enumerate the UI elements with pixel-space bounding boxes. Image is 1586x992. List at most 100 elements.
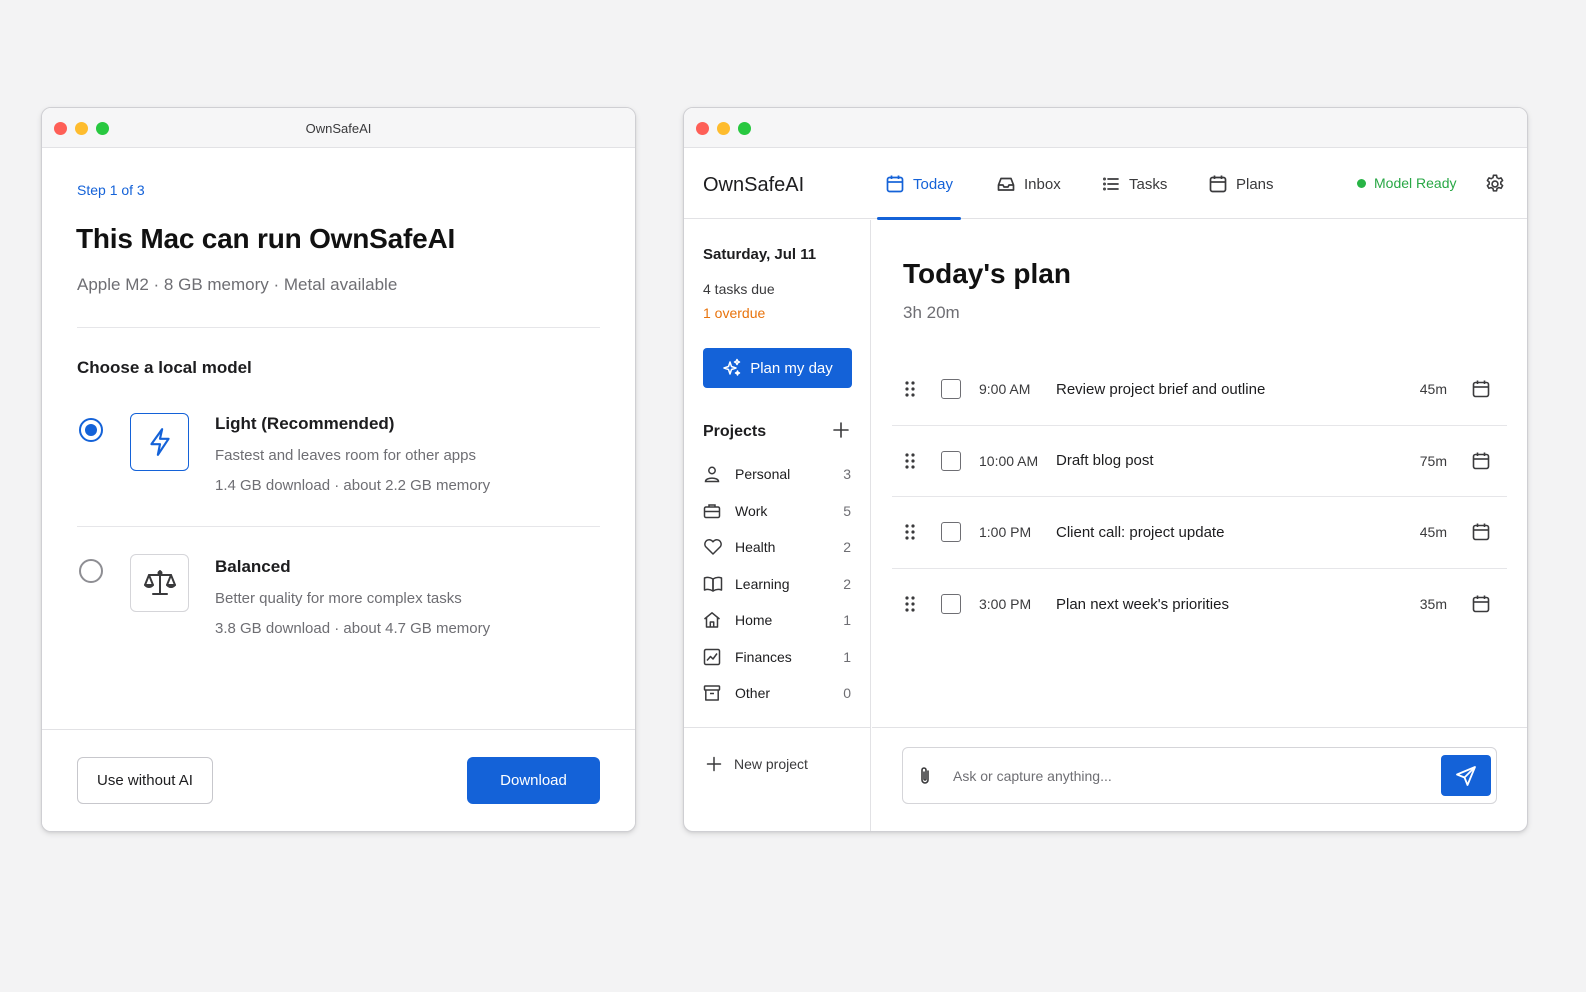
use-without-ai-button[interactable]: Use without AI: [77, 757, 213, 804]
drag-handle-icon[interactable]: [904, 452, 916, 470]
app-brand: OwnSafeAI: [703, 174, 805, 196]
projects-heading: Projects: [703, 423, 767, 440]
task-time: 3:00 PM: [979, 596, 1032, 613]
onboarding-body: Step 1 of 3 This Mac can run OwnSafeAI A…: [42, 149, 635, 729]
project-count: 2: [843, 539, 851, 556]
project-item-home[interactable]: Home 1: [703, 602, 851, 639]
task-row[interactable]: 9:00 AM Review project brief and outline…: [892, 354, 1507, 426]
project-item-health[interactable]: Health 2: [703, 529, 851, 566]
zoom-window-button[interactable]: [738, 122, 751, 135]
gear-icon: [1486, 174, 1504, 192]
send-button[interactable]: [1441, 755, 1491, 796]
person-icon: [704, 466, 720, 483]
task-duration: 75m: [1419, 452, 1447, 469]
app-titlebar: [684, 108, 1527, 148]
project-name: Learning: [735, 575, 790, 592]
model-icon-light: [130, 413, 189, 471]
task-duration: 45m: [1419, 381, 1447, 398]
task-time: 10:00 AM: [979, 452, 1039, 469]
paperclip-icon[interactable]: [917, 765, 933, 787]
onboarding-footer: Use without AI Download: [42, 729, 635, 831]
tab-label: Plans: [1236, 175, 1274, 193]
calendar-icon[interactable]: [1471, 522, 1491, 542]
project-name: Other: [735, 685, 771, 702]
task-row[interactable]: 1:00 PM Client call: project update 45m: [892, 497, 1507, 569]
download-button[interactable]: Download: [467, 757, 600, 804]
send-icon: [1456, 765, 1476, 786]
minimize-window-button[interactable]: [717, 122, 730, 135]
tab-tasks[interactable]: Tasks: [1101, 149, 1167, 219]
plan-duration: 3h 20m: [903, 303, 960, 322]
onboarding-window: OwnSafeAI Step 1 of 3 This Mac can run O…: [41, 107, 636, 832]
status-label: Model Ready: [1374, 175, 1457, 191]
model-name-light: Light (Recommended): [215, 414, 395, 433]
task-duration: 45m: [1419, 524, 1447, 541]
task-checkbox[interactable]: [941, 522, 961, 543]
new-project-label: New project: [734, 756, 808, 772]
project-count: 1: [843, 612, 851, 629]
window-controls: [696, 122, 751, 135]
tab-today[interactable]: Today: [877, 149, 962, 220]
drag-handle-icon[interactable]: [904, 380, 916, 398]
status-dot: [1357, 178, 1366, 188]
task-title: Client call: project update: [1056, 523, 1225, 541]
model-radio-balanced[interactable]: [79, 559, 103, 583]
model-size-balanced: 3.8 GB download · about 4.7 GB memory: [215, 620, 491, 637]
model-desc-light: Fastest and leaves room for other apps: [215, 447, 476, 464]
task-checkbox[interactable]: [941, 594, 961, 615]
task-duration: 35m: [1419, 596, 1447, 613]
close-window-button[interactable]: [696, 122, 709, 135]
project-item-personal[interactable]: Personal 3: [703, 456, 851, 493]
task-title: Review project brief and outline: [1056, 380, 1266, 398]
tab-inbox[interactable]: Inbox: [996, 149, 1061, 219]
task-time: 1:00 PM: [979, 524, 1032, 541]
project-count: 2: [843, 575, 851, 592]
drag-handle-icon[interactable]: [904, 523, 916, 541]
task-list: 9:00 AM Review project brief and outline…: [892, 354, 1507, 640]
model-radio-light[interactable]: [79, 418, 103, 442]
plan-my-day-button[interactable]: Plan my day: [703, 348, 852, 388]
composer-input[interactable]: [953, 762, 1423, 790]
lightning-icon: [149, 428, 170, 456]
project-count: 1: [843, 648, 851, 665]
tab-plans[interactable]: Plans: [1208, 149, 1274, 219]
list-icon: [1103, 177, 1119, 191]
inbox-icon: [997, 177, 1015, 191]
model-icon-balanced: [130, 554, 189, 612]
task-checkbox[interactable]: [941, 379, 961, 400]
device-specs: Apple M2 · 8 GB memory · Metal available: [77, 275, 398, 294]
briefcase-icon: [703, 504, 721, 518]
calendar-icon: [1209, 175, 1227, 193]
divider: [77, 526, 600, 527]
project-item-other[interactable]: Other 0: [703, 675, 851, 712]
tab-label: Inbox: [1024, 175, 1061, 193]
new-project-button[interactable]: New project: [706, 756, 808, 772]
sidebar-footer: New project: [684, 727, 870, 831]
calendar-icon[interactable]: [1471, 451, 1491, 471]
settings-button[interactable]: [1484, 173, 1506, 200]
project-item-work[interactable]: Work 5: [703, 493, 851, 530]
calendar-icon[interactable]: [1471, 594, 1491, 614]
task-row[interactable]: 3:00 PM Plan next week's priorities 35m: [892, 569, 1507, 641]
sidebar: Saturday, Jul 11 4 tasks due 1 overdue P…: [684, 220, 871, 831]
task-row[interactable]: 10:00 AM Draft blog post 75m: [892, 426, 1507, 497]
project-name: Personal: [735, 466, 791, 483]
plan-my-day-label: Plan my day: [750, 359, 833, 377]
drag-handle-icon[interactable]: [904, 595, 916, 613]
scale-icon: [143, 570, 176, 595]
project-item-learning[interactable]: Learning 2: [703, 566, 851, 603]
project-item-finances[interactable]: Finances 1: [703, 639, 851, 676]
archive-icon: [703, 685, 721, 701]
overdue-count[interactable]: 1 overdue: [703, 305, 765, 321]
add-project-button[interactable]: [832, 421, 850, 444]
calendar-icon[interactable]: [1471, 379, 1491, 399]
tasks-due: 4 tasks due: [703, 281, 775, 297]
chart-icon: [703, 648, 721, 665]
task-title: Plan next week's priorities: [1056, 595, 1229, 613]
divider: [77, 327, 600, 328]
task-checkbox[interactable]: [941, 450, 961, 471]
page-title: Today's plan: [903, 258, 1071, 289]
project-name: Home: [735, 612, 773, 629]
sparkles-icon: [723, 358, 741, 376]
app-window: OwnSafeAI Today Inbox Tasks Plans Model …: [683, 107, 1528, 832]
